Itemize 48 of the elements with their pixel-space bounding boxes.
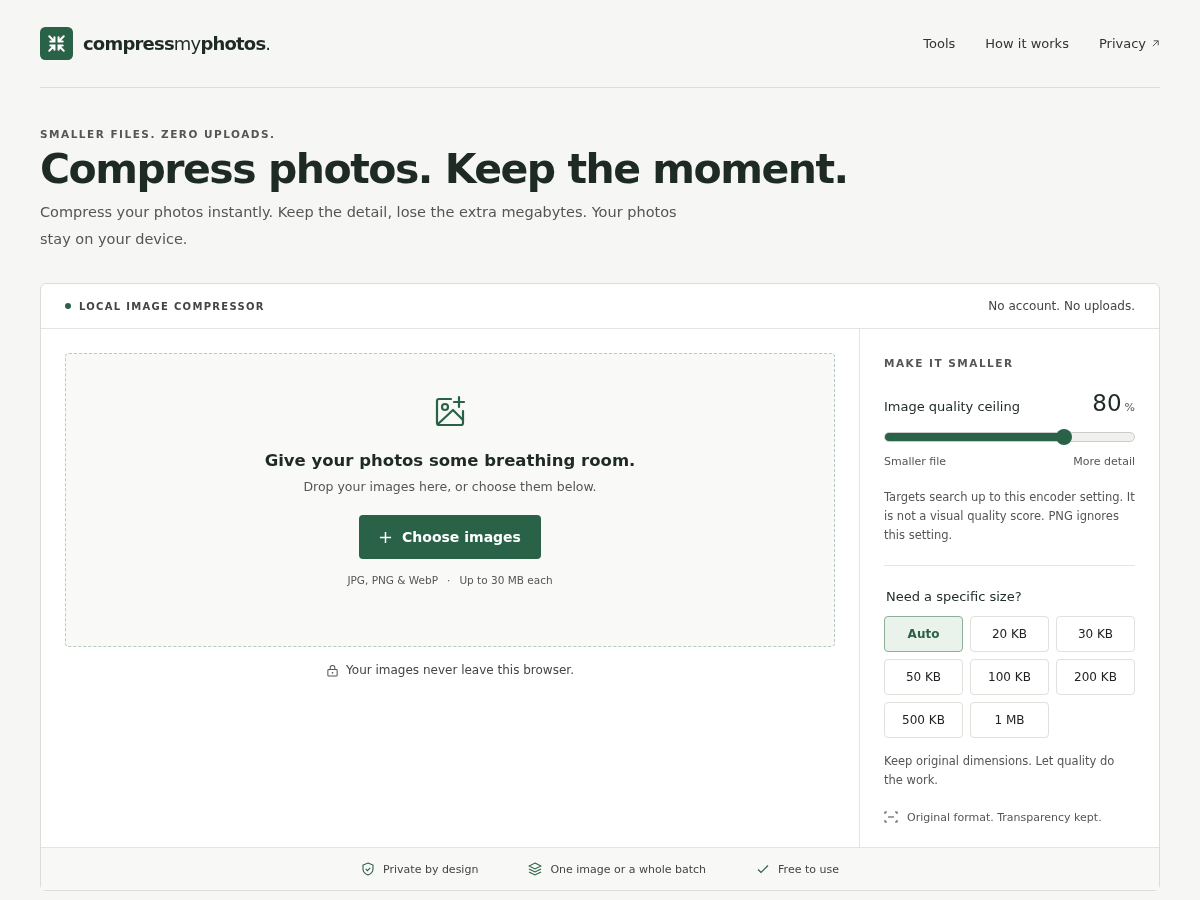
max-label: More detail: [1073, 455, 1135, 469]
slider-thumb[interactable]: [1056, 429, 1073, 446]
status-dot: [65, 303, 71, 310]
choose-images-button[interactable]: Choose images: [359, 515, 541, 560]
nav-link[interactable]: Tools: [923, 36, 956, 51]
size-option[interactable]: 50 KB: [884, 659, 963, 696]
drop-title: Give your photos some breathing room.: [264, 451, 636, 471]
frame-icon: [884, 810, 898, 825]
size-option[interactable]: 200 KB: [1056, 659, 1135, 696]
feature-text: Private by design: [383, 862, 479, 876]
lead-text: Compress your photos instantly. Keep the detail, lose the extra megabytes. Your photos stay on your device.: [40, 203, 678, 250]
quality-unit: %: [1124, 401, 1135, 415]
feature-text: One image or a whole batch: [550, 862, 707, 876]
quality-label: Image quality ceiling: [884, 399, 1020, 415]
privacy-note: Your images never leave this browser.: [346, 663, 574, 678]
lock-icon: [326, 663, 340, 677]
size-option[interactable]: 1 MB: [970, 702, 1049, 739]
drop-zone[interactable]: Give your photos some breathing room. Drop your images here, or choose them below. Choose images JPG, PNG & WebP · Up to 30 MB each: [65, 353, 835, 648]
quality-value: 80: [1092, 390, 1122, 417]
help-text: Targets search up to this encoder setting. It is not a visual quality score. PNG ignores this setting.: [884, 489, 1135, 545]
min-label: Smaller file: [884, 455, 947, 469]
card-label: LOCAL IMAGE COMPRESSOR: [79, 300, 265, 312]
size-option[interactable]: Auto: [884, 616, 963, 653]
size-option[interactable]: 100 KB: [970, 659, 1049, 696]
shield-icon: [361, 862, 376, 877]
size-option[interactable]: 20 KB: [970, 616, 1049, 653]
card-note: No account. No uploads.: [988, 299, 1135, 314]
size-heading: Need a specific size?: [886, 589, 1023, 605]
eyebrow: SMALLER FILES. ZERO UPLOADS.: [40, 128, 277, 140]
logo-icon: [40, 27, 73, 60]
nav-link[interactable]: How it works: [985, 36, 1069, 51]
settings-heading: MAKE IT SMALLER: [884, 357, 1015, 370]
quality-slider[interactable]: [884, 432, 1135, 443]
brand-name[interactable]: compressmyphotos.: [83, 33, 271, 54]
nav-link[interactable]: Privacy: [1098, 36, 1160, 51]
layers-icon: [528, 862, 543, 877]
drop-subtitle: Drop your images here, or choose them below.: [303, 479, 597, 495]
formats-text: JPG, PNG & WebP: [347, 574, 439, 587]
size-help: Keep original dimensions. Let quality do the work.: [884, 753, 1116, 790]
size-option[interactable]: 500 KB: [884, 702, 963, 739]
separator: ·: [447, 574, 451, 587]
plus-icon: [379, 530, 393, 544]
size-option[interactable]: 30 KB: [1056, 616, 1135, 653]
size-limit-text: Up to 30 MB each: [459, 574, 553, 587]
format-note: Original format. Transparency kept.: [907, 810, 1102, 824]
external-link-icon: [1151, 39, 1160, 48]
page-title: Compress photos. Keep the moment.: [40, 146, 849, 194]
feature-text: Free to use: [778, 862, 839, 876]
